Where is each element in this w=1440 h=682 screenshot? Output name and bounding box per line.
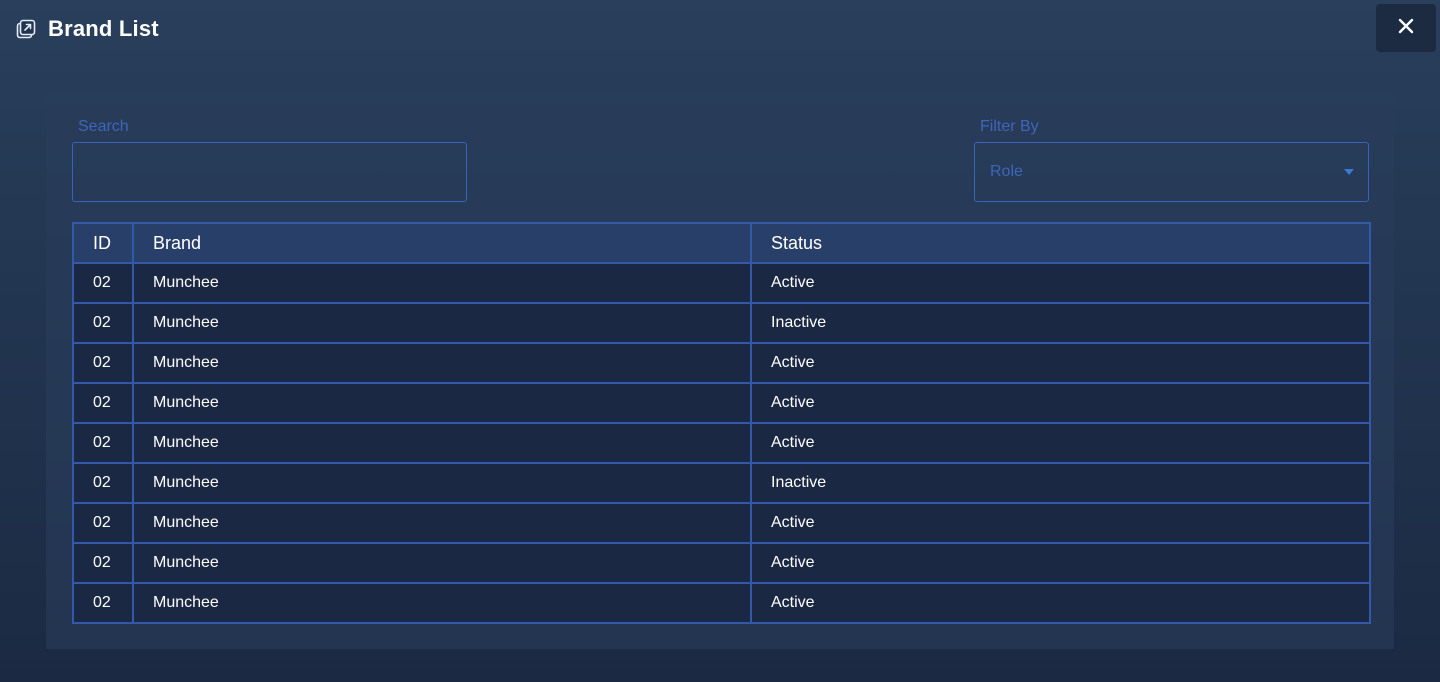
cell-status: Active: [750, 342, 1371, 384]
cell-status: Active: [750, 582, 1371, 624]
filter-by-select[interactable]: Role: [974, 142, 1369, 202]
table-row[interactable]: 02 Munchee Inactive: [72, 462, 1371, 504]
cell-id: 02: [72, 542, 134, 584]
cell-status: Active: [750, 262, 1371, 304]
close-icon: [1398, 18, 1414, 39]
filter-label: Filter By: [980, 118, 1039, 135]
search-input[interactable]: [72, 142, 467, 202]
cell-status: Active: [750, 502, 1371, 544]
search-label: Search: [78, 118, 129, 135]
cell-id: 02: [72, 462, 134, 504]
cell-status: Active: [750, 382, 1371, 424]
cell-brand: Munchee: [132, 262, 752, 304]
close-button[interactable]: [1376, 4, 1436, 52]
cell-status: Inactive: [750, 302, 1371, 344]
page-title: Brand List: [48, 16, 159, 41]
table-row[interactable]: 02 Munchee Active: [72, 382, 1371, 424]
table-row[interactable]: 02 Munchee Inactive: [72, 302, 1371, 344]
cell-brand: Munchee: [132, 502, 752, 544]
cell-brand: Munchee: [132, 582, 752, 624]
column-header-brand[interactable]: Brand: [132, 222, 752, 264]
table-header-row: ID Brand Status: [72, 222, 1371, 264]
cell-brand: Munchee: [132, 342, 752, 384]
cell-id: 02: [72, 382, 134, 424]
cell-status: Active: [750, 542, 1371, 584]
cell-id: 02: [72, 342, 134, 384]
caret-down-icon: [1344, 169, 1354, 175]
column-header-status[interactable]: Status: [750, 222, 1371, 264]
cell-status: Inactive: [750, 462, 1371, 504]
column-header-id[interactable]: ID: [72, 222, 134, 264]
cell-brand: Munchee: [132, 542, 752, 584]
cell-id: 02: [72, 582, 134, 624]
cell-id: 02: [72, 422, 134, 464]
table-row[interactable]: 02 Munchee Active: [72, 582, 1371, 624]
brand-table: ID Brand Status 02 Munchee Active 02 Munchee…: [72, 222, 1371, 624]
table-row[interactable]: 02 Munchee Active: [72, 422, 1371, 464]
cell-id: 02: [72, 262, 134, 304]
table-row[interactable]: 02 Munchee Active: [72, 262, 1371, 304]
cell-id: 02: [72, 502, 134, 544]
cell-id: 02: [72, 302, 134, 344]
cell-status: Active: [750, 422, 1371, 464]
cell-brand: Munchee: [132, 422, 752, 464]
cell-brand: Munchee: [132, 382, 752, 424]
cell-brand: Munchee: [132, 462, 752, 504]
table-row[interactable]: 02 Munchee Active: [72, 502, 1371, 544]
external-window-icon: [16, 19, 36, 39]
brand-list-panel: Search Filter By Role ID Brand Status 02…: [46, 93, 1394, 649]
table-row[interactable]: 02 Munchee Active: [72, 342, 1371, 384]
filter-selected-value: Role: [990, 163, 1023, 180]
modal-header: Brand List: [0, 0, 1440, 58]
cell-brand: Munchee: [132, 302, 752, 344]
table-row[interactable]: 02 Munchee Active: [72, 542, 1371, 584]
